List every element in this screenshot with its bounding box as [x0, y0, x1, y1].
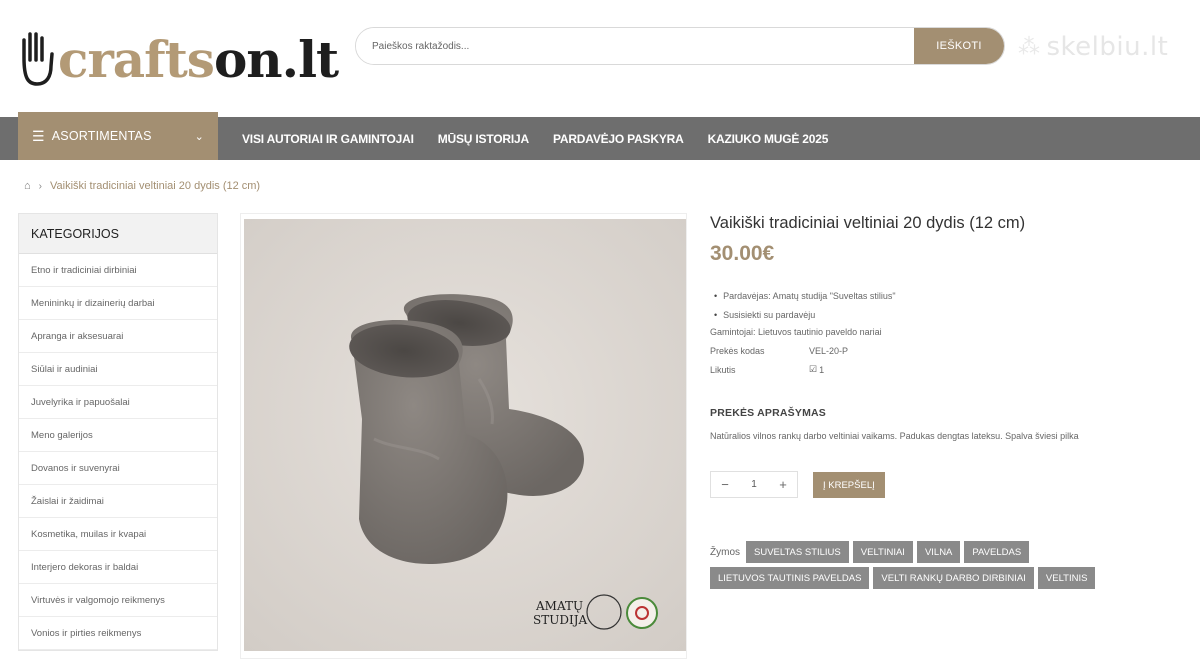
home-icon[interactable]: ⌂: [24, 180, 31, 192]
stock-value: 1: [819, 364, 825, 375]
tag-item[interactable]: SUVELTAS STILIUS: [746, 541, 849, 563]
quantity-stepper: − 1 +: [710, 471, 798, 498]
category-item[interactable]: Juvelyrika ir papuošalai: [19, 386, 217, 419]
breadcrumb-current[interactable]: Vaikiški tradiciniai veltiniai 20 dydis …: [50, 180, 260, 192]
product-price: 30.00€: [710, 242, 775, 265]
chevron-down-icon: ⌄: [194, 130, 204, 143]
hand-logo-icon: [22, 32, 54, 86]
nav-link-authors[interactable]: VISI AUTORIAI IR GAMINTOJAI: [242, 132, 414, 146]
nav-link-history[interactable]: MŪSŲ ISTORIJA: [438, 132, 529, 146]
product-image-frame: AMATŲ STUDIJA: [240, 213, 687, 659]
maker-info: Gamintojai: Lietuvos tautinio paveldo na…: [710, 326, 882, 337]
categories-title: KATEGORIJOS: [19, 214, 217, 254]
product-code-label: Prekės kodas: [710, 345, 765, 356]
partner-dots-icon: ⁂: [1018, 34, 1041, 60]
breadcrumb-separator-icon: ›: [38, 180, 42, 192]
category-item[interactable]: Menininkų ir dizainerių darbai: [19, 287, 217, 320]
tags-list: Žymos SUVELTAS STILIUS VELTINIAI VILNA P…: [710, 541, 1190, 589]
watermark-text-2: STUDIJA: [533, 613, 588, 627]
seller-name[interactable]: Pardavėjas: Amatų studija "Suveltas stil…: [710, 286, 895, 305]
search-button[interactable]: IEŠKOTI: [914, 28, 1004, 64]
category-item[interactable]: Vonios ir pirties reikmenys: [19, 617, 217, 650]
description-heading: PREKĖS APRAŠYMAS: [710, 407, 826, 419]
quantity-plus-button[interactable]: +: [769, 477, 797, 492]
tag-item[interactable]: PAVELDAS: [964, 541, 1030, 563]
product-title: Vaikiški tradiciniai veltiniai 20 dydis …: [710, 214, 1026, 232]
main-nav-links: VISI AUTORIAI IR GAMINTOJAI MŪSŲ ISTORIJ…: [242, 117, 828, 160]
stock-label: Likutis: [710, 364, 736, 375]
site-logo[interactable]: craftson.lt: [18, 26, 339, 89]
category-item[interactable]: Meno galerijos: [19, 419, 217, 452]
logo-text-onlt: on.lt: [213, 30, 339, 89]
categories-sidebar: KATEGORIJOS Etno ir tradiciniai dirbinia…: [18, 213, 218, 651]
quantity-input[interactable]: 1: [740, 479, 768, 490]
tag-item[interactable]: VILNA: [916, 541, 961, 563]
tag-item[interactable]: VELTINIAI: [852, 541, 913, 563]
product-image[interactable]: AMATŲ STUDIJA: [244, 219, 686, 651]
product-code-row: Prekės kodas VEL-20-P: [710, 341, 882, 360]
check-icon: ☑: [809, 364, 818, 374]
product-code-value: VEL-20-P: [809, 345, 849, 356]
nav-link-seller-account[interactable]: PARDAVĖJO PASKYRA: [553, 132, 684, 146]
category-item[interactable]: Siūlai ir audiniai: [19, 353, 217, 386]
hamburger-icon: ☰: [32, 127, 45, 144]
watermark-text-1: AMATŲ: [535, 599, 583, 613]
assortment-menu-button[interactable]: ☰ ASORTIMENTAS ⌄: [18, 112, 218, 160]
seller-info: Pardavėjas: Amatų studija "Suveltas stil…: [710, 286, 895, 324]
category-item[interactable]: Apranga ir aksesuarai: [19, 320, 217, 353]
assortment-label: ASORTIMENTAS: [51, 129, 152, 143]
search-input[interactable]: [356, 28, 914, 64]
logo-text-crafts: crafts: [58, 30, 215, 89]
nav-link-kaziuko-fair[interactable]: KAZIUKO MUGĖ 2025: [708, 132, 829, 146]
product-meta: Gamintojai: Lietuvos tautinio paveldo na…: [710, 322, 882, 379]
partner-logo-text: skelbiu.lt: [1046, 32, 1169, 62]
partner-logo[interactable]: ⁂ skelbiu.lt: [1018, 32, 1168, 62]
search-bar: IEŠKOTI: [355, 27, 1005, 65]
add-to-cart-button[interactable]: Į KREPŠELĮ: [813, 472, 885, 498]
tag-item[interactable]: VELTI RANKŲ DARBO DIRBINIAI: [873, 567, 1034, 589]
category-item[interactable]: Dovanos ir suvenyrai: [19, 452, 217, 485]
category-item[interactable]: Kosmetika, muilas ir kvapai: [19, 518, 217, 551]
breadcrumb: ⌂ › Vaikiški tradiciniai veltiniai 20 dy…: [24, 180, 260, 192]
tag-item[interactable]: LIETUVOS TAUTINIS PAVELDAS: [710, 567, 870, 589]
category-item[interactable]: Žaislai ir žaidimai: [19, 485, 217, 518]
category-item[interactable]: Virtuvės ir valgomojo reikmenys: [19, 584, 217, 617]
quantity-minus-button[interactable]: −: [711, 477, 739, 492]
description-text: Natūralios vilnos rankų darbo veltiniai …: [710, 431, 1079, 441]
stock-row: Likutis ☑ 1: [710, 360, 882, 379]
category-item[interactable]: Interjero dekoras ir baldai: [19, 551, 217, 584]
category-item[interactable]: Etno ir tradiciniai dirbiniai: [19, 254, 217, 287]
heritage-seal-icon: [626, 597, 658, 629]
tags-label: Žymos: [710, 546, 740, 558]
tag-item[interactable]: VELTINIS: [1037, 567, 1096, 589]
